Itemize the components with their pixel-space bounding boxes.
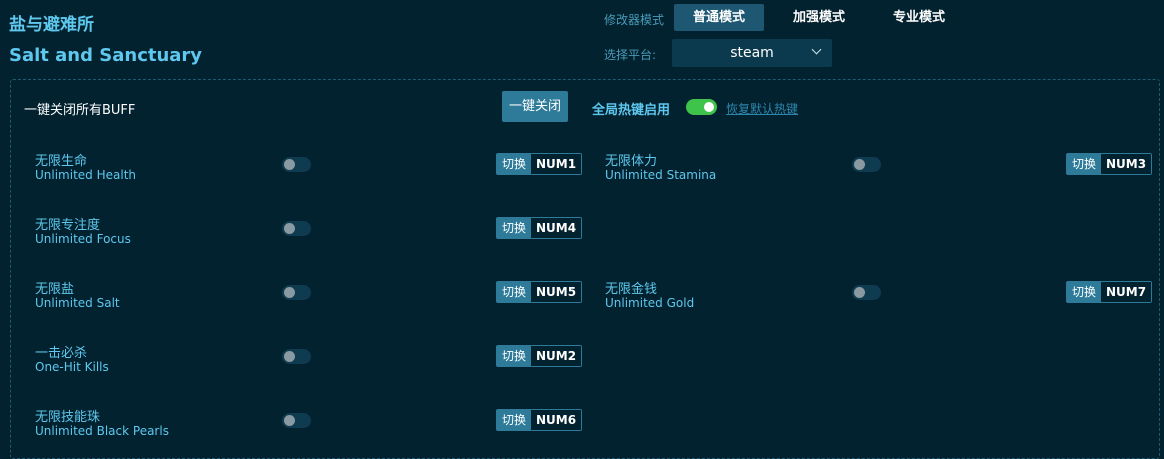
cheat-label-en: Unlimited Black Pearls xyxy=(35,424,169,438)
mode-pro-button[interactable]: 专业模式 xyxy=(874,4,964,31)
hotkey-button-black-pearls[interactable]: 切换 NUM6 xyxy=(496,409,583,431)
cheat-label-cn: 无限盐 xyxy=(35,282,75,297)
toggle-knob xyxy=(284,159,295,170)
toggle-knob xyxy=(854,159,865,170)
cheat-panel xyxy=(10,79,1160,459)
hotkey-button-health[interactable]: 切换 NUM1 xyxy=(496,153,583,175)
cheat-label-en: One-Hit Kills xyxy=(35,360,109,374)
mode-normal-button[interactable]: 普通模式 xyxy=(674,4,764,31)
hotkey-key: NUM7 xyxy=(1101,282,1152,302)
platform-label: 选择平台: xyxy=(604,48,657,62)
hotkey-key: NUM3 xyxy=(1101,154,1152,174)
cheat-toggle-salt[interactable] xyxy=(282,285,311,300)
cheat-toggle-black-pearls[interactable] xyxy=(282,413,311,428)
cheat-label-en: Unlimited Gold xyxy=(605,296,695,310)
cheat-label-cn: 无限金钱 xyxy=(605,282,658,297)
switch-label: 切换 xyxy=(1067,154,1102,174)
hotkey-button-salt[interactable]: 切换 NUM5 xyxy=(496,281,583,303)
hotkey-button-gold[interactable]: 切换 NUM7 xyxy=(1066,281,1153,303)
cheat-label-cn: 一击必杀 xyxy=(35,346,88,361)
cheat-label-en: Unlimited Stamina xyxy=(605,168,717,182)
switch-label: 切换 xyxy=(497,218,532,238)
hotkey-button-stamina[interactable]: 切换 NUM3 xyxy=(1066,153,1153,175)
hotkey-button-one-hit[interactable]: 切换 NUM2 xyxy=(496,345,583,367)
cheat-toggle-focus[interactable] xyxy=(282,221,311,236)
hotkey-button-focus[interactable]: 切换 NUM4 xyxy=(496,217,583,239)
toggle-knob xyxy=(854,287,865,298)
cheat-label-cn: 无限专注度 xyxy=(35,218,101,233)
one-click-close-button[interactable]: 一键关闭 xyxy=(502,91,568,122)
close-all-buff-label: 一键关闭所有BUFF xyxy=(24,103,136,118)
cheat-label-cn: 无限技能珠 xyxy=(35,410,101,425)
cheat-toggle-stamina[interactable] xyxy=(852,157,881,172)
cheat-label-cn: 无限生命 xyxy=(35,154,88,169)
hotkey-key: NUM5 xyxy=(531,282,582,302)
hotkey-key: NUM2 xyxy=(531,346,582,366)
global-hotkey-label: 全局热键启用 xyxy=(592,103,671,118)
toggle-knob xyxy=(284,415,295,426)
cheat-toggle-one-hit[interactable] xyxy=(282,349,311,364)
reset-hotkeys-link[interactable]: 恢复默认热键 xyxy=(726,100,798,117)
cheat-toggle-gold[interactable] xyxy=(852,285,881,300)
cheat-label-cn: 无限体力 xyxy=(605,154,658,169)
global-hotkey-toggle[interactable] xyxy=(686,99,717,115)
app-title-cn: 盐与避难所 xyxy=(9,15,94,35)
cheat-label-en: Unlimited Focus xyxy=(35,232,131,246)
switch-label: 切换 xyxy=(1067,282,1102,302)
toggle-knob xyxy=(704,102,714,112)
toggle-knob xyxy=(284,351,295,362)
hotkey-key: NUM1 xyxy=(531,154,582,174)
cheat-toggle-health[interactable] xyxy=(282,157,311,172)
toggle-knob xyxy=(284,287,295,298)
switch-label: 切换 xyxy=(497,346,532,366)
app-title-en: Salt and Sanctuary xyxy=(9,45,203,66)
cheat-label-en: Unlimited Salt xyxy=(35,296,120,310)
mode-label: 修改器模式 xyxy=(604,13,665,27)
platform-select[interactable]: steam xyxy=(672,39,832,67)
platform-value: steam xyxy=(730,45,774,61)
mode-enhanced-button[interactable]: 加强模式 xyxy=(774,4,864,31)
switch-label: 切换 xyxy=(497,282,532,302)
hotkey-key: NUM4 xyxy=(531,218,582,238)
toggle-knob xyxy=(284,223,295,234)
switch-label: 切换 xyxy=(497,154,532,174)
switch-label: 切换 xyxy=(497,410,532,430)
cheat-label-en: Unlimited Health xyxy=(35,168,137,182)
hotkey-key: NUM6 xyxy=(531,410,582,430)
